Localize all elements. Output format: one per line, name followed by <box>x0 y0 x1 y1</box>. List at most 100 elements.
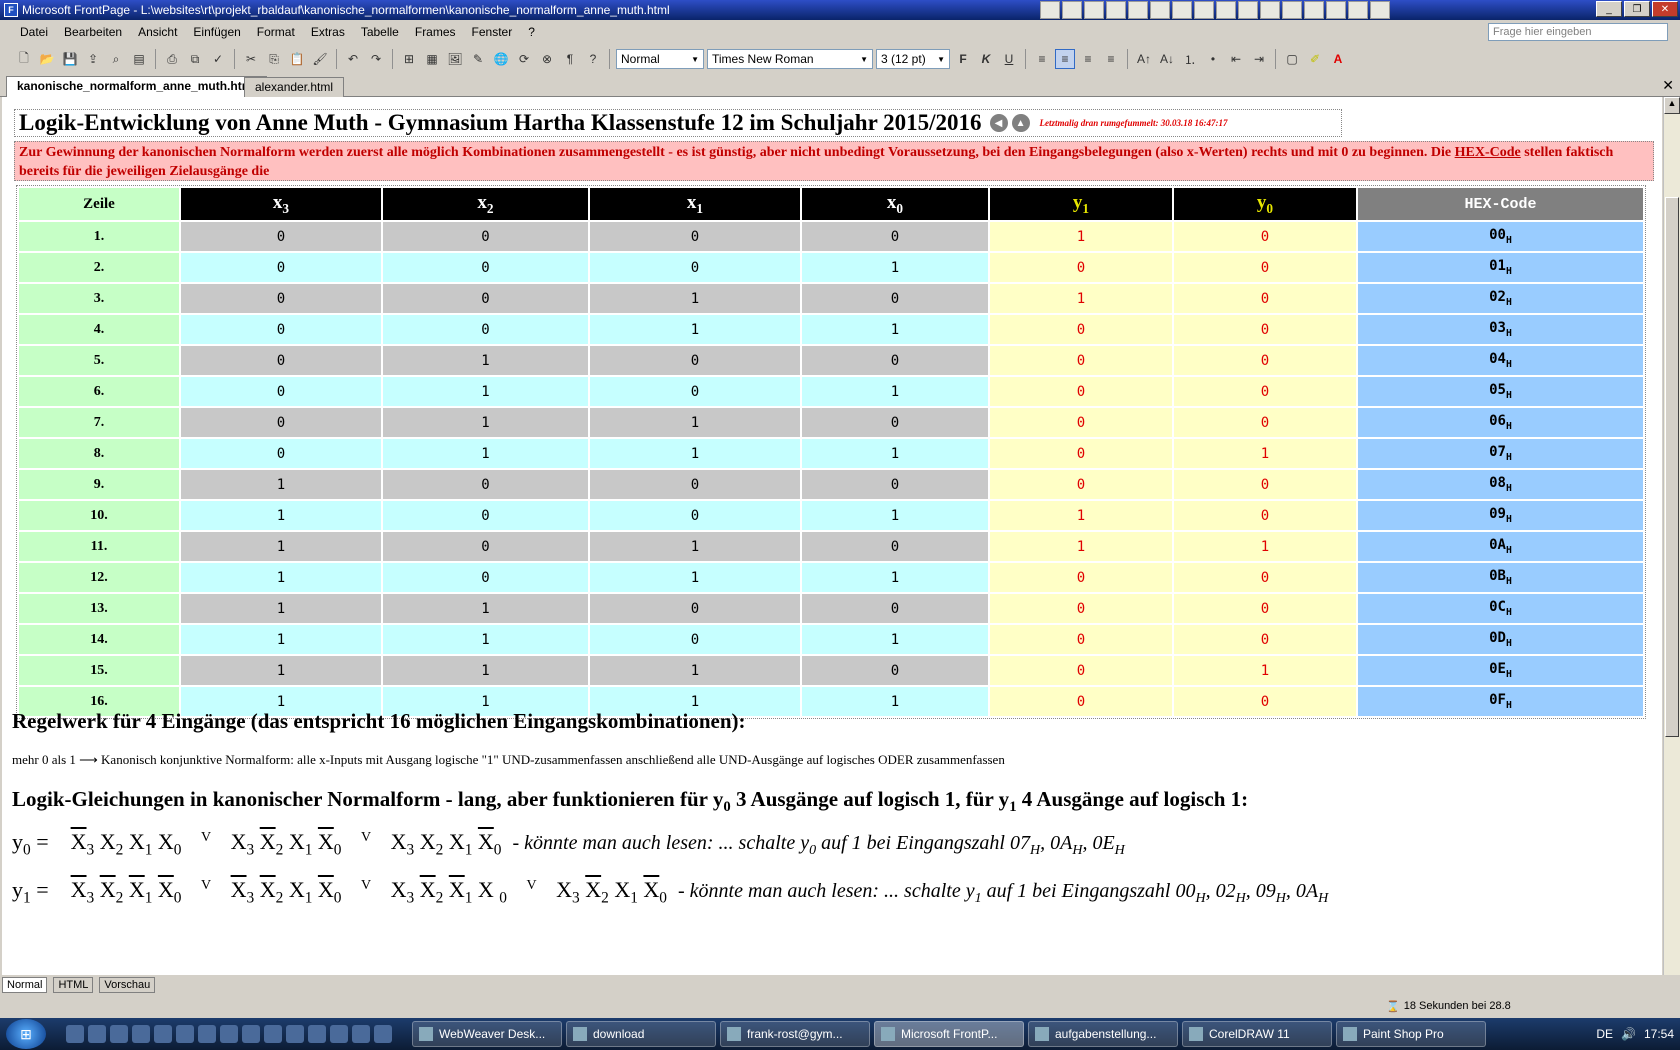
spelling-icon[interactable]: ✓ <box>208 49 228 69</box>
outdent-icon[interactable]: ⇤ <box>1226 49 1246 69</box>
help-search-input[interactable]: Frage hier eingeben <box>1488 23 1668 41</box>
stop-icon[interactable]: ⊗ <box>537 49 557 69</box>
menu-extras[interactable]: Extras <box>303 25 353 39</box>
format-painter-icon[interactable]: 🖌 <box>310 49 330 69</box>
scroll-up-arrow[interactable]: ▲ <box>1664 97 1680 114</box>
shortcut-icon[interactable] <box>1128 1 1148 19</box>
quicklaunch-icon[interactable] <box>198 1025 216 1043</box>
close-button[interactable]: ✕ <box>1652 1 1678 17</box>
search-icon[interactable]: ⌕ <box>106 49 126 69</box>
quicklaunch-icon[interactable] <box>132 1025 150 1043</box>
hex-code-link[interactable]: HEX-Code <box>1455 145 1521 160</box>
task-paintshop[interactable]: Paint Shop Pro <box>1336 1021 1486 1047</box>
quicklaunch-icon[interactable] <box>110 1025 128 1043</box>
insert-table-icon[interactable]: ▦ <box>422 49 442 69</box>
menu-format[interactable]: Format <box>249 25 303 39</box>
shortcut-icon[interactable] <box>1150 1 1170 19</box>
minimize-button[interactable]: _ <box>1596 1 1622 17</box>
shortcut-icon[interactable] <box>1370 1 1390 19</box>
align-left-icon[interactable]: ≡ <box>1032 49 1052 69</box>
up-arrow-icon[interactable]: ▲ <box>1011 114 1030 132</box>
show-all-icon[interactable]: ¶ <box>560 49 580 69</box>
view-preview[interactable]: Vorschau <box>99 977 156 993</box>
quicklaunch-icon[interactable] <box>220 1025 238 1043</box>
menu-bearbeiten[interactable]: Bearbeiten <box>56 25 130 39</box>
italic-button[interactable]: K <box>976 49 996 69</box>
shortcut-icon[interactable] <box>1304 1 1324 19</box>
frontpage-app-icon[interactable]: F <box>4 3 18 17</box>
task-download[interactable]: download <box>566 1021 716 1047</box>
undo-icon[interactable]: ↶ <box>343 49 363 69</box>
shortcut-icon[interactable] <box>1326 1 1346 19</box>
increase-font-icon[interactable]: A↑ <box>1134 49 1154 69</box>
cut-icon[interactable]: ✂ <box>241 49 261 69</box>
drawing-icon[interactable]: ✎ <box>468 49 488 69</box>
bullets-icon[interactable]: • <box>1203 49 1223 69</box>
tab-alexander[interactable]: alexander.html <box>244 77 345 97</box>
task-frontpage[interactable]: Microsoft FrontP... <box>874 1021 1024 1047</box>
menu-tabelle[interactable]: Tabelle <box>353 25 407 39</box>
vertical-scrollbar[interactable]: ▲ <box>1663 97 1680 975</box>
indent-icon[interactable]: ⇥ <box>1249 49 1269 69</box>
maximize-button[interactable]: ❐ <box>1624 1 1650 17</box>
font-size-select[interactable]: 3 (12 pt) ▼ <box>876 49 950 69</box>
insert-component-icon[interactable]: ⊞ <box>399 49 419 69</box>
font-color-icon[interactable]: A <box>1328 49 1348 69</box>
quicklaunch-icon[interactable] <box>308 1025 326 1043</box>
redo-icon[interactable]: ↷ <box>366 49 386 69</box>
task-coreldraw[interactable]: CorelDRAW 11 <box>1182 1021 1332 1047</box>
shortcut-icon[interactable] <box>1216 1 1236 19</box>
menu-datei[interactable]: Datei <box>12 25 56 39</box>
shortcut-icon[interactable] <box>1348 1 1368 19</box>
menu-frames[interactable]: Frames <box>407 25 464 39</box>
numbering-icon[interactable]: ⒈ <box>1180 49 1200 69</box>
paste-icon[interactable]: 📋 <box>287 49 307 69</box>
copy-icon[interactable]: ⎘ <box>264 49 284 69</box>
task-webweaver[interactable]: WebWeaver Desk... <box>412 1021 562 1047</box>
align-right-icon[interactable]: ≡ <box>1078 49 1098 69</box>
shortcut-icon[interactable] <box>1194 1 1214 19</box>
quicklaunch-icon[interactable] <box>330 1025 348 1043</box>
close-icon[interactable]: ✕ <box>1662 77 1674 94</box>
quicklaunch-icon[interactable] <box>66 1025 84 1043</box>
quicklaunch-icon[interactable] <box>154 1025 172 1043</box>
scroll-thumb[interactable] <box>1665 197 1679 737</box>
language-indicator[interactable]: DE <box>1596 1027 1613 1041</box>
tab-anne-muth[interactable]: kanonische_normalform_anne_muth.html <box>6 76 267 97</box>
volume-icon[interactable]: 🔊 <box>1621 1027 1636 1041</box>
save-icon[interactable]: 💾 <box>60 49 80 69</box>
menu-einfuegen[interactable]: Einfügen <box>185 25 248 39</box>
menu-ansicht[interactable]: Ansicht <box>130 25 185 39</box>
hyperlink-icon[interactable]: 🌐 <box>491 49 511 69</box>
back-arrow-icon[interactable]: ◀ <box>989 114 1008 132</box>
shortcut-icon[interactable] <box>1238 1 1258 19</box>
underline-button[interactable]: U <box>999 49 1019 69</box>
quicklaunch-icon[interactable] <box>374 1025 392 1043</box>
border-icon[interactable]: ▢ <box>1282 49 1302 69</box>
highlight-icon[interactable]: ✐ <box>1305 49 1325 69</box>
font-select[interactable]: Times New Roman ▼ <box>707 49 873 69</box>
shortcut-icon[interactable] <box>1040 1 1060 19</box>
clock[interactable]: 17:54 <box>1644 1027 1674 1041</box>
decrease-font-icon[interactable]: A↓ <box>1157 49 1177 69</box>
bold-button[interactable]: F <box>953 49 973 69</box>
preview-icon[interactable]: ⧉ <box>185 49 205 69</box>
insert-picture-icon[interactable]: 🖼 <box>445 49 465 69</box>
help-icon[interactable]: ? <box>583 49 603 69</box>
shortcut-icon[interactable] <box>1106 1 1126 19</box>
quicklaunch-icon[interactable] <box>88 1025 106 1043</box>
quicklaunch-icon[interactable] <box>352 1025 370 1043</box>
shortcut-icon[interactable] <box>1062 1 1082 19</box>
task-aufgabenstellung[interactable]: aufgabenstellung... <box>1028 1021 1178 1047</box>
justify-icon[interactable]: ≡ <box>1101 49 1121 69</box>
quicklaunch-icon[interactable] <box>176 1025 194 1043</box>
align-center-icon[interactable]: ≡ <box>1055 49 1075 69</box>
start-button[interactable]: ⊞ <box>6 1019 46 1049</box>
menu-help[interactable]: ? <box>520 25 543 39</box>
page-editor[interactable]: Logik-Entwicklung von Anne Muth - Gymnas… <box>2 97 1662 975</box>
shortcut-icon[interactable] <box>1282 1 1302 19</box>
refresh-icon[interactable]: ⟳ <box>514 49 534 69</box>
quicklaunch-icon[interactable] <box>242 1025 260 1043</box>
print-icon[interactable]: ⎙ <box>162 49 182 69</box>
quicklaunch-icon[interactable] <box>264 1025 282 1043</box>
